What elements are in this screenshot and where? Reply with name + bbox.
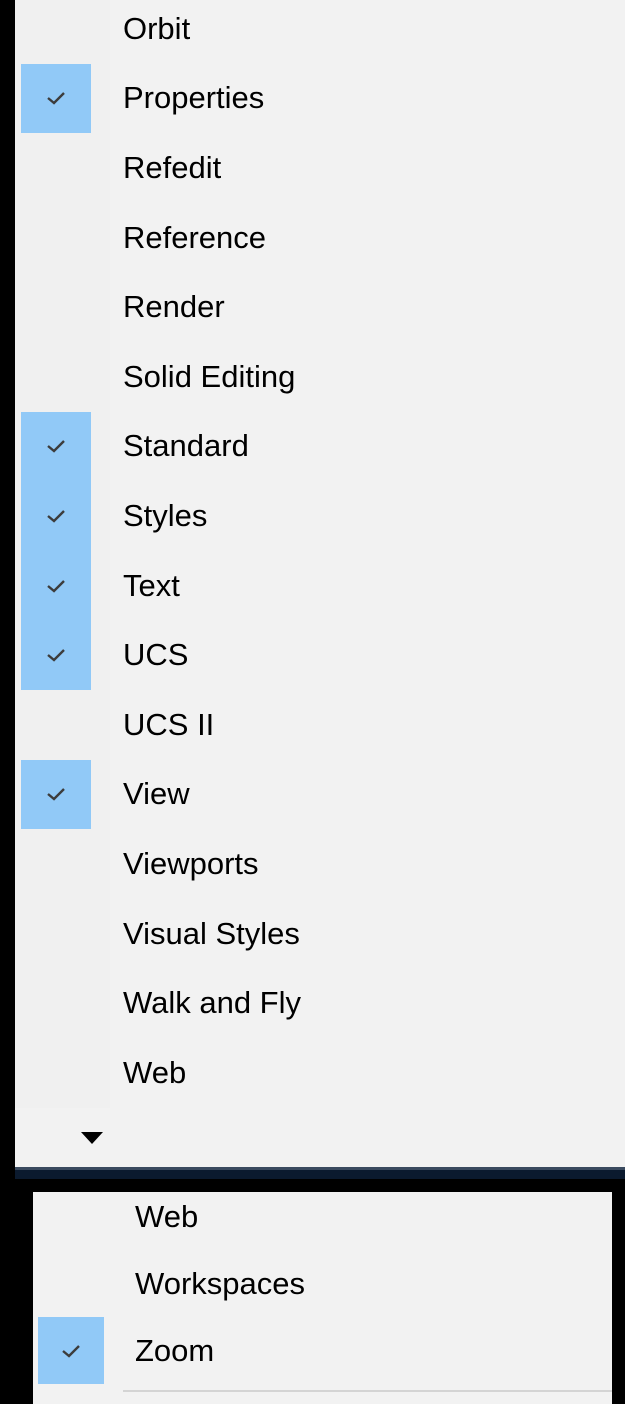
menu-item-label: Visual Styles: [123, 915, 300, 951]
menu-item-visual-styles[interactable]: Visual Styles: [15, 899, 625, 969]
check-gutter: [21, 342, 91, 412]
menu-window-edge: [15, 1167, 625, 1179]
menu-item-zoom[interactable]: Zoom: [33, 1317, 612, 1384]
menu-item-ucs-ii[interactable]: UCS II: [15, 690, 625, 760]
menu-item-label: Walk and Fly: [123, 985, 302, 1021]
menu-item-properties[interactable]: Properties: [15, 63, 625, 134]
menu-item-text[interactable]: Text: [15, 550, 625, 621]
check-gutter: [21, 1038, 91, 1108]
menu-divider: [123, 1390, 612, 1392]
menu-item-orbit[interactable]: Orbit: [15, 0, 625, 64]
check-gutter: [21, 968, 91, 1038]
menu-item-web[interactable]: Web: [33, 1183, 612, 1250]
checkmark-icon: [21, 481, 91, 551]
check-gutter: [21, 272, 91, 342]
checkmark-icon: [21, 759, 91, 830]
menu-item-label: Properties: [123, 80, 265, 116]
check-gutter: [21, 0, 91, 64]
toolbars-menu-continued: Web Workspaces Zoom: [33, 1192, 612, 1404]
check-gutter: [21, 829, 91, 899]
checkmark-icon: [21, 411, 91, 482]
check-gutter: [21, 690, 91, 760]
checkmark-icon: [21, 620, 91, 690]
menu-item-label: Text: [123, 567, 180, 603]
menu-item-label: Solid Editing: [123, 358, 296, 394]
menu-item-standard[interactable]: Standard: [15, 411, 625, 482]
menu-item-label: Web: [135, 1198, 199, 1234]
menu-item-workspaces[interactable]: Workspaces: [33, 1250, 612, 1317]
menu-item-refedit[interactable]: Refedit: [15, 133, 625, 203]
check-gutter: [21, 133, 91, 203]
menu-item-label: View: [123, 776, 190, 812]
menu-item-walk-and-fly[interactable]: Walk and Fly: [15, 968, 625, 1038]
menu-item-label: Standard: [123, 428, 249, 464]
checkmark-icon: [38, 1317, 104, 1384]
menu-item-label: Render: [123, 289, 225, 325]
menu-item-solid-editing[interactable]: Solid Editing: [15, 342, 625, 412]
menu-item-label: Styles: [123, 497, 208, 533]
check-gutter: [38, 1250, 104, 1317]
menu-item-web[interactable]: Web: [15, 1038, 625, 1108]
check-gutter: [38, 1183, 104, 1250]
scroll-down-arrow-icon[interactable]: [81, 1130, 103, 1146]
checkmark-icon: [21, 63, 91, 134]
menu-item-label: Viewports: [123, 845, 259, 881]
menu-item-render[interactable]: Render: [15, 272, 625, 342]
check-gutter: [21, 899, 91, 969]
menu-item-view[interactable]: View: [15, 759, 625, 830]
menu-item-label: Zoom: [135, 1332, 215, 1368]
menu-item-label: Workspaces: [135, 1265, 305, 1301]
menu-item-label: Reference: [123, 219, 267, 255]
menu-item-styles[interactable]: Styles: [15, 481, 625, 551]
menu-item-label: UCS II: [123, 706, 215, 742]
toolbars-menu: Orbit Properties Refedit Reference Render Sol…: [15, 0, 625, 1167]
menu-item-label: UCS: [123, 637, 189, 673]
menu-item-ucs[interactable]: UCS: [15, 620, 625, 690]
menu-item-label: Orbit: [123, 10, 191, 46]
check-gutter: [21, 203, 91, 273]
menu-item-label: Web: [123, 1054, 187, 1090]
menu-item-viewports[interactable]: Viewports: [15, 829, 625, 899]
menu-item-reference[interactable]: Reference: [15, 203, 625, 273]
menu-item-label: Refedit: [123, 149, 222, 185]
checkmark-icon: [21, 550, 91, 621]
